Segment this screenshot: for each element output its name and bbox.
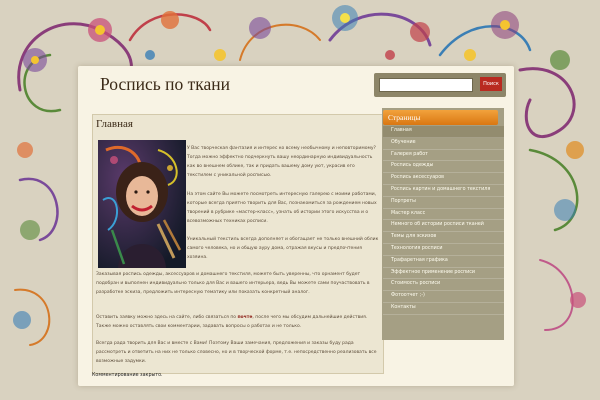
sidebar-item-gallery[interactable]: Галерея работ (383, 150, 504, 162)
email-link[interactable]: почте (237, 315, 252, 320)
sidebar-item-clothing[interactable]: Роспись одежды (383, 161, 504, 174)
sidebar-item-training[interactable]: Обучение (383, 138, 504, 150)
sidebar-item-sketch-themes[interactable]: Темы для эскизов (383, 232, 504, 244)
sidebar-item-pricing[interactable]: Стоимость росписи (383, 279, 504, 292)
order-paragraph: Заказывая роспись одежды, аксессуаров и … (96, 272, 370, 295)
page-title: Главная (96, 118, 133, 130)
sidebar-item-technology[interactable]: Технология росписи (383, 244, 504, 256)
sidebar-item-accessories[interactable]: Роспись аксессуаров (383, 173, 504, 185)
textile-paragraph: Уникальный текстиль всегда дополняет и о… (187, 237, 379, 260)
contact-paragraph: Оставить заявку можно здесь на сайте, ли… (96, 314, 379, 332)
search-box: Поиск (374, 73, 506, 97)
intro-paragraph: У Вас творческая фантазия и интерес ко в… (187, 146, 376, 178)
sidebar-item-portraits[interactable]: Портреты (383, 197, 504, 209)
sidebar-item-application[interactable]: Эффектное применение росписи (383, 268, 504, 280)
sidebar-pages-list: Главная Обучение Галерея работ Роспись о… (383, 126, 504, 315)
contact-text-before: Оставить заявку можно здесь на сайте, ли… (96, 315, 238, 320)
sidebar-item-history[interactable]: Немного об истории росписи тканей (383, 220, 504, 233)
artist-photo (98, 140, 186, 268)
gallery-paragraph: На этом сайте Вы можете посмотреть интер… (187, 192, 377, 224)
sidebar-item-contacts[interactable]: Контакты (383, 303, 504, 315)
search-button[interactable]: Поиск (480, 77, 502, 91)
sidebar-pages-heading: Страницы (383, 110, 498, 125)
sidebar-item-home[interactable]: Главная (383, 126, 504, 138)
sidebar-item-stencil[interactable]: Трафаретная графика (383, 256, 504, 268)
sidebar-item-master-class[interactable]: Мастер класс (383, 209, 504, 221)
comments-closed-note: Комментирование закрыто. (92, 373, 163, 378)
search-input[interactable] (379, 78, 473, 92)
closing-paragraph: Всегда рада творить для Вас и вместе с В… (96, 341, 377, 364)
sidebar-item-paintings-textile[interactable]: Роспись картин и домашнего текстиля (383, 185, 504, 197)
site-title[interactable]: Роспись по ткани (100, 74, 260, 94)
sidebar-item-photo-report[interactable]: Фотоотчет ;-) (383, 291, 504, 303)
